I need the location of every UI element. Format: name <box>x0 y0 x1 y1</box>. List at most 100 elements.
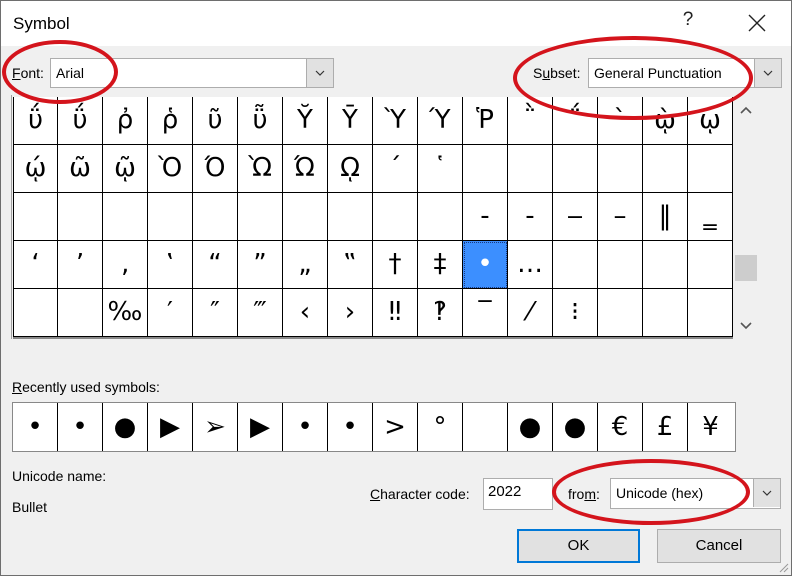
symbol-cell[interactable] <box>328 193 373 241</box>
symbol-cell[interactable] <box>553 145 598 193</box>
symbol-cell[interactable]: ῧ <box>238 97 283 145</box>
symbol-cell[interactable]: ῷ <box>103 145 148 193</box>
symbol-cell[interactable]: ῲ <box>643 97 688 145</box>
symbol-cell[interactable] <box>13 193 58 241</box>
symbol-cell[interactable]: “ <box>193 241 238 289</box>
recent-symbol-cell[interactable]: > <box>373 403 418 451</box>
symbol-cell[interactable] <box>508 145 553 193</box>
symbol-cell[interactable] <box>688 145 733 193</box>
recent-symbol-cell[interactable]: ● <box>103 403 148 451</box>
symbol-cell[interactable]: „ <box>283 241 328 289</box>
symbol-cell[interactable] <box>598 241 643 289</box>
symbol-cell[interactable] <box>103 193 148 241</box>
symbol-cell[interactable] <box>283 193 328 241</box>
symbol-cell[interactable]: ῼ <box>328 145 373 193</box>
symbol-cell[interactable]: ΰ <box>58 97 103 145</box>
symbol-cell[interactable]: ΰ <box>13 97 58 145</box>
scrollbar-thumb[interactable] <box>735 255 757 281</box>
symbol-cell[interactable]: ῭ <box>508 97 553 145</box>
symbol-cell[interactable] <box>373 193 418 241</box>
symbol-cell[interactable] <box>598 289 643 337</box>
symbol-cell[interactable]: ‹ <box>283 289 328 337</box>
symbol-grid-scrollbar[interactable] <box>734 95 758 339</box>
subset-dropdown-button[interactable] <box>754 59 781 87</box>
symbol-cell[interactable]: Ῡ <box>328 97 373 145</box>
symbol-cell[interactable]: Ό <box>193 145 238 193</box>
symbol-cell[interactable] <box>418 193 463 241</box>
symbol-cell[interactable]: ⁄ <box>508 289 553 337</box>
symbol-cell[interactable] <box>688 241 733 289</box>
symbol-cell[interactable]: ‚ <box>103 241 148 289</box>
close-button[interactable] <box>741 7 773 39</box>
symbol-cell[interactable]: † <box>373 241 418 289</box>
symbol-cell[interactable]: … <box>508 241 553 289</box>
symbol-cell[interactable]: ῤ <box>103 97 148 145</box>
recent-symbol-cell[interactable] <box>463 403 508 451</box>
symbol-cell[interactable]: ‡ <box>418 241 463 289</box>
recent-symbol-cell[interactable]: ● <box>553 403 598 451</box>
resize-grip-icon[interactable] <box>777 561 789 573</box>
symbol-cell[interactable]: • <box>463 241 508 289</box>
symbol-cell[interactable]: ′ <box>148 289 193 337</box>
symbol-cell[interactable]: ‼ <box>373 289 418 337</box>
recent-symbol-cell[interactable]: ▶ <box>148 403 193 451</box>
symbol-cell[interactable]: Ὸ <box>148 145 193 193</box>
symbol-cell[interactable]: ῶ <box>58 145 103 193</box>
symbol-cell[interactable]: Ῠ <box>283 97 328 145</box>
symbol-cell[interactable]: ‗ <box>688 193 733 241</box>
symbol-cell[interactable] <box>643 145 688 193</box>
ok-button[interactable]: OK <box>517 529 640 563</box>
symbol-cell[interactable]: ‰ <box>103 289 148 337</box>
font-dropdown-button[interactable] <box>306 59 333 87</box>
symbol-cell[interactable] <box>688 289 733 337</box>
symbol-cell[interactable]: ῦ <box>193 97 238 145</box>
recent-symbol-cell[interactable]: ▶ <box>238 403 283 451</box>
symbol-cell[interactable]: ‟ <box>328 241 373 289</box>
symbol-cell[interactable]: ῴ <box>13 145 58 193</box>
symbol-cell[interactable]: ‘ <box>13 241 58 289</box>
symbol-cell[interactable]: ΅ <box>553 97 598 145</box>
symbol-cell[interactable] <box>148 193 193 241</box>
symbol-cell[interactable]: ’ <box>58 241 103 289</box>
recent-symbol-cell[interactable]: € <box>598 403 643 451</box>
symbol-cell[interactable]: Ὺ <box>373 97 418 145</box>
symbol-cell[interactable]: ” <box>238 241 283 289</box>
symbol-cell[interactable]: ″ <box>193 289 238 337</box>
recent-symbol-cell[interactable]: ¥ <box>688 403 733 451</box>
symbol-cell[interactable]: ῥ <box>148 97 193 145</box>
recent-symbol-cell[interactable]: £ <box>643 403 688 451</box>
symbol-cell[interactable]: Ύ <box>418 97 463 145</box>
help-button[interactable]: ? <box>677 9 699 37</box>
recent-symbol-cell[interactable]: • <box>58 403 103 451</box>
recent-symbol-cell[interactable]: ° <box>418 403 463 451</box>
symbol-cell[interactable] <box>598 145 643 193</box>
symbol-cell[interactable]: ‒ <box>553 193 598 241</box>
symbol-cell[interactable] <box>58 193 103 241</box>
symbol-cell[interactable] <box>643 241 688 289</box>
symbol-cell[interactable]: ⁝ <box>553 289 598 337</box>
symbol-cell[interactable]: Ὼ <box>238 145 283 193</box>
scroll-up-icon[interactable] <box>738 103 754 119</box>
symbol-cell[interactable]: Ῥ <box>463 97 508 145</box>
scroll-down-icon[interactable] <box>738 317 754 333</box>
symbol-cell[interactable]: ῾ <box>418 145 463 193</box>
symbol-cell[interactable]: ‑ <box>508 193 553 241</box>
symbol-cell[interactable]: ‐ <box>463 193 508 241</box>
font-combobox[interactable]: Arial <box>50 58 334 88</box>
symbol-cell[interactable]: – <box>598 193 643 241</box>
recent-symbol-cell[interactable]: ● <box>508 403 553 451</box>
symbol-cell[interactable]: ‴ <box>238 289 283 337</box>
symbol-cell[interactable] <box>193 193 238 241</box>
recent-symbol-cell[interactable]: ➢ <box>193 403 238 451</box>
from-dropdown-button[interactable] <box>753 479 780 507</box>
recent-symbol-cell[interactable]: • <box>328 403 373 451</box>
cancel-button[interactable]: Cancel <box>657 529 781 563</box>
symbol-cell[interactable] <box>463 145 508 193</box>
character-code-input[interactable]: 2022 <box>483 478 553 510</box>
symbol-cell[interactable]: ῳ <box>688 97 733 145</box>
symbol-cell[interactable]: ‾ <box>463 289 508 337</box>
symbol-cell[interactable] <box>553 241 598 289</box>
symbol-cell[interactable]: ‽ <box>418 289 463 337</box>
symbol-cell[interactable] <box>643 289 688 337</box>
symbol-cell[interactable]: ` <box>598 97 643 145</box>
